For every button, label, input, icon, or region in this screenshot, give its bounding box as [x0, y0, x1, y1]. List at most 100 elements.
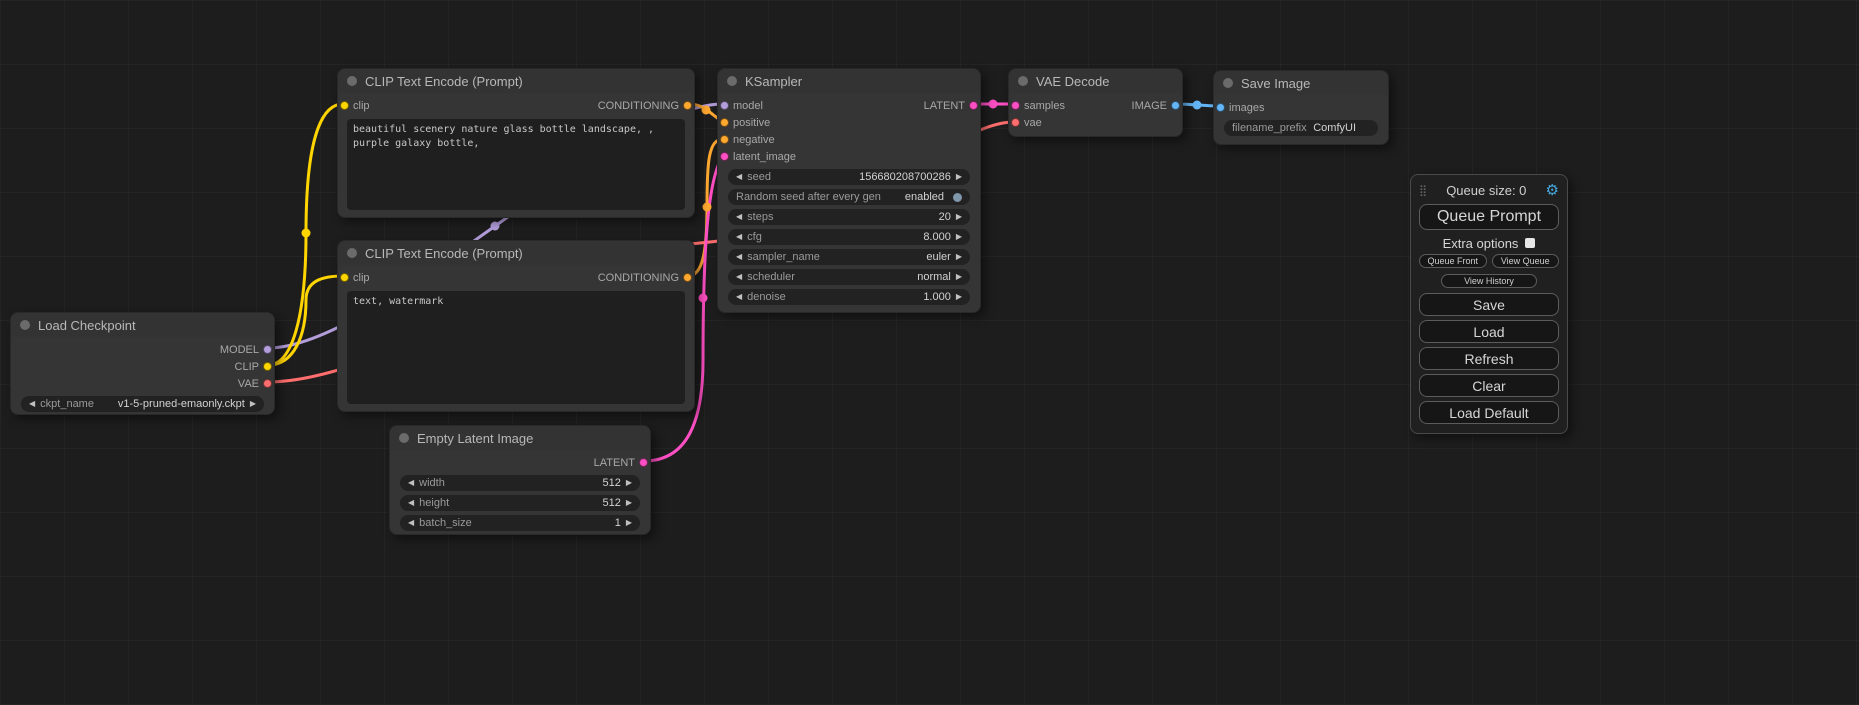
input-dot-model[interactable]	[720, 101, 729, 110]
input-dot-images[interactable]	[1216, 103, 1225, 112]
node-title: Empty Latent Image	[417, 431, 533, 446]
output-dot-conditioning[interactable]	[683, 101, 692, 110]
widget-ckpt-name[interactable]: ◀ ckpt_name v1-5-pruned-emaonly.ckpt ▶	[21, 396, 264, 412]
widget-value: 1	[615, 517, 621, 529]
collapse-toggle-icon[interactable]	[1018, 76, 1028, 86]
refresh-button[interactable]: Refresh	[1419, 347, 1559, 370]
output-dot-conditioning[interactable]	[683, 273, 692, 282]
decrement-arrow-icon[interactable]: ◀	[736, 213, 742, 221]
view-history-button[interactable]: View History	[1441, 274, 1537, 288]
collapse-toggle-icon[interactable]	[1223, 78, 1233, 88]
graph-canvas[interactable]: { "colors": { "model": "#B39DDB", "clip"…	[0, 0, 1859, 705]
increment-arrow-icon[interactable]: ▶	[956, 273, 962, 281]
increment-arrow-icon[interactable]: ▶	[956, 293, 962, 301]
menu-panel: ⣿ Queue size: 0 ⚙ Queue Prompt Extra opt…	[1410, 174, 1568, 434]
decrement-arrow-icon[interactable]: ◀	[408, 479, 414, 487]
collapse-toggle-icon[interactable]	[347, 76, 357, 86]
increment-arrow-icon[interactable]: ▶	[956, 253, 962, 261]
input-dot-vae[interactable]	[1011, 118, 1020, 127]
decrement-arrow-icon[interactable]: ◀	[408, 499, 414, 507]
widget-value: ComfyUI	[1313, 122, 1356, 134]
output-slot-model: MODEL	[11, 341, 274, 358]
node-header[interactable]: Load Checkpoint	[11, 313, 274, 337]
output-dot-vae[interactable]	[263, 379, 272, 388]
link-midpoint-dot-positive	[702, 106, 711, 115]
load-button[interactable]: Load	[1419, 320, 1559, 343]
load-default-button[interactable]: Load Default	[1419, 401, 1559, 424]
increment-arrow-icon[interactable]: ▶	[626, 519, 632, 527]
slot-row-samples-image: samples IMAGE	[1009, 97, 1182, 114]
increment-arrow-icon[interactable]: ▶	[250, 400, 256, 408]
collapse-toggle-icon[interactable]	[727, 76, 737, 86]
clear-button[interactable]: Clear	[1419, 374, 1559, 397]
input-dot-negative[interactable]	[720, 135, 729, 144]
widget-batch-size[interactable]: ◀ batch_size 1 ▶	[400, 515, 640, 531]
node-save-image[interactable]: Save Image images filename_prefix ComfyU…	[1213, 70, 1389, 145]
node-clip-text-encode-positive[interactable]: CLIP Text Encode (Prompt) clip CONDITION…	[337, 68, 695, 218]
decrement-arrow-icon[interactable]: ◀	[736, 233, 742, 241]
node-header[interactable]: Save Image	[1214, 71, 1388, 95]
widget-cfg[interactable]: ◀ cfg 8.000 ▶	[728, 229, 970, 245]
node-header[interactable]: CLIP Text Encode (Prompt)	[338, 241, 694, 265]
view-queue-button[interactable]: View Queue	[1492, 254, 1560, 268]
collapse-toggle-icon[interactable]	[399, 433, 409, 443]
drag-handle-icon[interactable]: ⣿	[1419, 184, 1427, 197]
save-button[interactable]: Save	[1419, 293, 1559, 316]
widget-steps[interactable]: ◀ steps 20 ▶	[728, 209, 970, 225]
node-clip-text-encode-negative[interactable]: CLIP Text Encode (Prompt) clip CONDITION…	[337, 240, 695, 412]
input-dot-clip[interactable]	[340, 273, 349, 282]
increment-arrow-icon[interactable]: ▶	[956, 233, 962, 241]
increment-arrow-icon[interactable]: ▶	[956, 173, 962, 181]
decrement-arrow-icon[interactable]: ◀	[736, 173, 742, 181]
queue-prompt-button[interactable]: Queue Prompt	[1419, 204, 1559, 230]
widget-filename-prefix[interactable]: filename_prefix ComfyUI	[1224, 120, 1378, 136]
collapse-toggle-icon[interactable]	[20, 320, 30, 330]
node-load-checkpoint[interactable]: Load Checkpoint MODEL CLIP VAE ◀ ckpt_na…	[10, 312, 275, 415]
increment-arrow-icon[interactable]: ▶	[626, 499, 632, 507]
node-header[interactable]: VAE Decode	[1009, 69, 1182, 93]
widget-scheduler[interactable]: ◀ scheduler normal ▶	[728, 269, 970, 285]
extra-options-checkbox[interactable]	[1525, 238, 1535, 248]
negative-prompt-textarea[interactable]: text, watermark	[347, 291, 685, 404]
decrement-arrow-icon[interactable]: ◀	[736, 273, 742, 281]
node-vae-decode[interactable]: VAE Decode samples IMAGE vae	[1008, 68, 1183, 137]
node-ksampler[interactable]: KSampler model LATENT positive negative …	[717, 68, 981, 313]
widget-value: euler	[926, 251, 950, 263]
node-header[interactable]: CLIP Text Encode (Prompt)	[338, 69, 694, 93]
increment-arrow-icon[interactable]: ▶	[956, 213, 962, 221]
output-dot-image[interactable]	[1171, 101, 1180, 110]
widget-label: filename_prefix	[1232, 122, 1307, 134]
output-dot-model[interactable]	[263, 345, 272, 354]
link-clip-negative-wire	[268, 276, 343, 365]
widget-height[interactable]: ◀ height 512 ▶	[400, 495, 640, 511]
node-title: KSampler	[745, 74, 802, 89]
widget-sampler-name[interactable]: ◀ sampler_name euler ▶	[728, 249, 970, 265]
node-header[interactable]: Empty Latent Image	[390, 426, 650, 450]
widget-seed[interactable]: ◀ seed 156680208700286 ▶	[728, 169, 970, 185]
input-dot-positive[interactable]	[720, 118, 729, 127]
input-dot-clip[interactable]	[340, 101, 349, 110]
queue-front-button[interactable]: Queue Front	[1419, 254, 1487, 268]
output-dot-latent[interactable]	[639, 458, 648, 467]
decrement-arrow-icon[interactable]: ◀	[736, 253, 742, 261]
node-header[interactable]: KSampler	[718, 69, 980, 93]
input-dot-samples[interactable]	[1011, 101, 1020, 110]
node-empty-latent-image[interactable]: Empty Latent Image LATENT ◀ width 512 ▶ …	[389, 425, 651, 535]
collapse-toggle-icon[interactable]	[347, 248, 357, 258]
input-dot-latent-image[interactable]	[720, 152, 729, 161]
decrement-arrow-icon[interactable]: ◀	[29, 400, 35, 408]
positive-prompt-textarea[interactable]: beautiful scenery nature glass bottle la…	[347, 119, 685, 210]
increment-arrow-icon[interactable]: ▶	[626, 479, 632, 487]
widget-width[interactable]: ◀ width 512 ▶	[400, 475, 640, 491]
widget-control-after-generate[interactable]: Random seed after every gen enabled	[728, 189, 970, 205]
seed-toggle-indicator-icon[interactable]	[953, 193, 962, 202]
decrement-arrow-icon[interactable]: ◀	[408, 519, 414, 527]
decrement-arrow-icon[interactable]: ◀	[736, 293, 742, 301]
output-slot-clip: CLIP	[11, 358, 274, 375]
settings-gear-icon[interactable]: ⚙	[1546, 183, 1559, 198]
input-slot-latent-image: latent_image	[718, 148, 980, 165]
widget-denoise[interactable]: ◀ denoise 1.000 ▶	[728, 289, 970, 305]
output-dot-latent[interactable]	[969, 101, 978, 110]
output-dot-clip[interactable]	[263, 362, 272, 371]
input-label-clip: clip	[353, 272, 370, 284]
